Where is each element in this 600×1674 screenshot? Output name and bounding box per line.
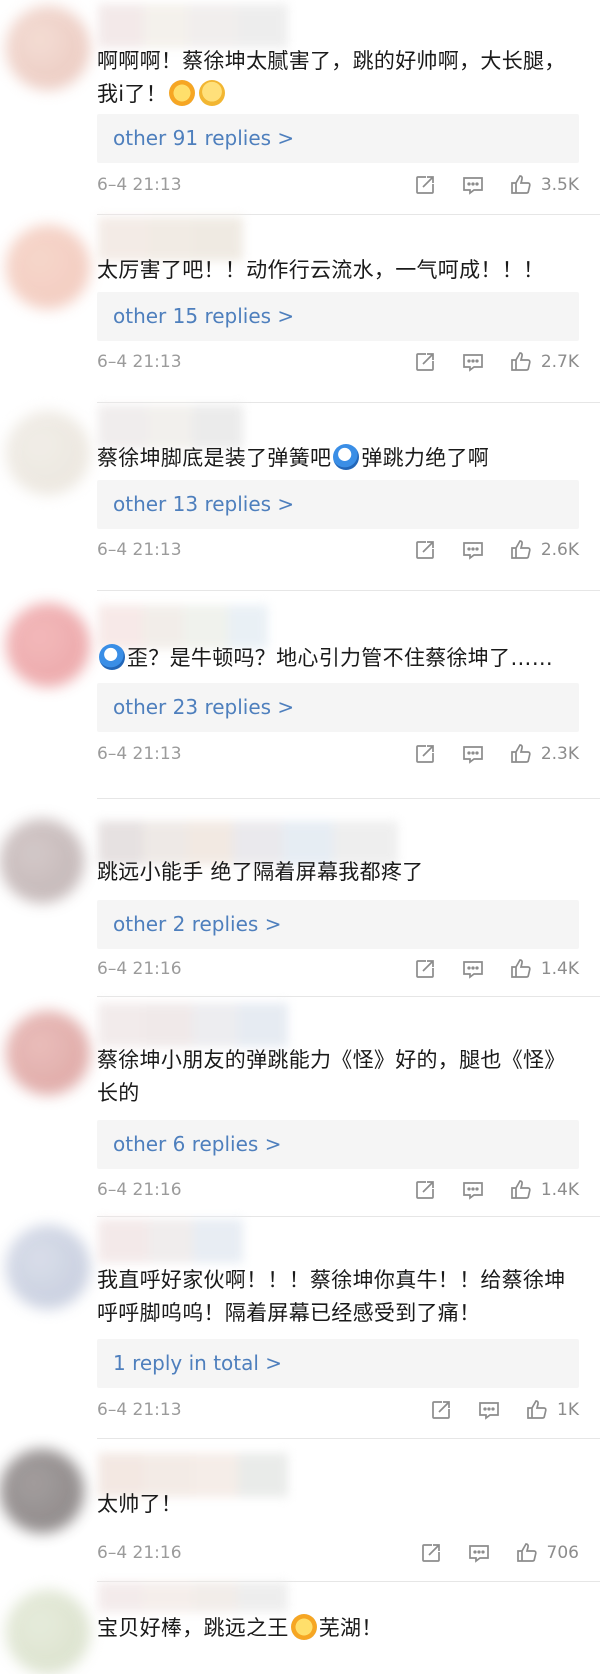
scream-emoji-icon	[169, 80, 196, 106]
comment-icon[interactable]	[461, 173, 485, 197]
comment-item: 我直呼好家伙啊！！！蔡徐坤你真牛！！给蔡徐坤呼呼脚呜呜！隔着屏幕已经感受到了痛！…	[0, 1217, 600, 1439]
comment-icon[interactable]	[461, 742, 485, 766]
more-replies-link[interactable]: other 2 replies >	[97, 900, 579, 949]
comment-meta: 6–4 21:16 1.4K	[97, 954, 579, 984]
scream-emoji-icon	[290, 1614, 317, 1640]
username-blurred[interactable]	[98, 4, 288, 48]
like-count: 2.6K	[540, 540, 579, 560]
comment-date: 6–4 21:13	[97, 540, 182, 560]
comment-text: 宝贝好棒，跳远之王 芜湖！	[97, 1614, 383, 1640]
comment-item: 蔡徐坤脚底是装了弹簧吧 弹跳力绝了啊 other 13 replies > 6–4…	[0, 403, 600, 591]
like-icon[interactable]	[509, 742, 533, 766]
avatar[interactable]	[6, 1011, 90, 1095]
comment-meta: 6–4 21:13 1K	[97, 1395, 579, 1425]
repost-icon[interactable]	[413, 538, 437, 562]
like-icon[interactable]	[509, 173, 533, 197]
like-icon[interactable]	[509, 538, 533, 562]
comment-text: 啊啊啊！蔡徐坤太腻害了，跳的好帅啊，大长腿，我i了！	[97, 49, 566, 106]
avatar[interactable]	[6, 6, 90, 90]
username-blurred[interactable]	[98, 1003, 288, 1047]
comment-item: 太厉害了吧！！动作行云流水，一气呵成！！！ other 15 replies >…	[0, 215, 600, 403]
comment-meta: 6–4 21:13 2.7K	[97, 347, 579, 377]
comment-text: 蔡徐坤脚底是装了弹簧吧 弹跳力绝了啊	[97, 444, 490, 470]
more-replies-link[interactable]: other 6 replies >	[97, 1120, 579, 1169]
comment-item: 太帅了！ 6–4 21:16 706	[0, 1439, 600, 1582]
more-replies-link[interactable]: other 91 replies >	[97, 114, 579, 163]
avatar[interactable]	[6, 603, 90, 687]
comment-item: 歪？是牛顿吗？地心引力管不住蔡徐坤了…… other 23 replies > …	[0, 591, 600, 799]
like-icon[interactable]	[509, 1178, 533, 1202]
comment-text: 我直呼好家伙啊！！！蔡徐坤你真牛！！给蔡徐坤呼呼脚呜呜！隔着屏幕已经感受到了痛！	[97, 1268, 566, 1325]
like-icon[interactable]	[509, 957, 533, 981]
comment-icon[interactable]	[477, 1398, 501, 1422]
like-count: 1.4K	[540, 959, 579, 979]
comment-icon[interactable]	[467, 1541, 491, 1565]
comment-date: 6–4 21:16	[97, 959, 182, 979]
more-replies-link[interactable]: 1 reply in total >	[97, 1339, 579, 1388]
comment-text: 跳远小能手 绝了隔着屏幕我都疼了	[97, 860, 424, 884]
like-count: 706	[546, 1543, 579, 1563]
more-replies-link[interactable]: other 15 replies >	[97, 292, 579, 341]
comment-text: 歪？是牛顿吗？地心引力管不住蔡徐坤了……	[97, 642, 575, 675]
comment-date: 6–4 21:16	[97, 1543, 182, 1563]
like-count: 1K	[557, 1400, 579, 1420]
repost-icon[interactable]	[413, 1178, 437, 1202]
like-icon[interactable]	[525, 1398, 549, 1422]
avatar[interactable]	[6, 1590, 90, 1674]
doraemon-emoji-icon	[99, 644, 125, 670]
comment-text: 太厉害了吧！！动作行云流水，一气呵成！！！	[97, 258, 545, 282]
comment-date: 6–4 21:13	[97, 175, 182, 195]
comment-icon[interactable]	[461, 957, 485, 981]
comment-text: 太帅了！	[97, 1492, 183, 1516]
repost-icon[interactable]	[419, 1541, 443, 1565]
avatar[interactable]	[6, 411, 90, 495]
avatar[interactable]	[0, 819, 84, 903]
more-replies-link[interactable]: other 23 replies >	[97, 683, 579, 732]
comment-icon[interactable]	[461, 1178, 485, 1202]
like-count: 2.3K	[540, 744, 579, 764]
comment-date: 6–4 21:13	[97, 352, 182, 372]
like-icon[interactable]	[509, 350, 533, 374]
comment-item: 啊啊啊！蔡徐坤太腻害了，跳的好帅啊，大长腿，我i了！ other 91 repl…	[0, 0, 600, 215]
repost-icon[interactable]	[429, 1398, 453, 1422]
like-count: 2.7K	[540, 352, 579, 372]
comment-meta: 6–4 21:16 706	[97, 1538, 579, 1568]
like-count: 3.5K	[540, 175, 579, 195]
comment-meta: 6–4 21:13 2.6K	[97, 535, 579, 565]
comment-item: 蔡徐坤小朋友的弹跳能力《怪》好的，腿也《怪》长的 other 6 replies…	[0, 997, 600, 1217]
comment-icon[interactable]	[461, 538, 485, 562]
repost-icon[interactable]	[413, 742, 437, 766]
thinking-emoji-icon	[199, 80, 226, 106]
comment-meta: 6–4 21:16 1.4K	[97, 1175, 579, 1205]
comment-date: 6–4 21:16	[97, 1180, 182, 1200]
comment-item: 宝贝好棒，跳远之王 芜湖！	[0, 1582, 600, 1674]
username-blurred[interactable]	[98, 1582, 288, 1612]
doraemon-emoji-icon	[333, 444, 360, 470]
repost-icon[interactable]	[413, 957, 437, 981]
comment-date: 6–4 21:13	[97, 744, 182, 764]
comment-list: 啊啊啊！蔡徐坤太腻害了，跳的好帅啊，大长腿，我i了！ other 91 repl…	[0, 0, 600, 1674]
avatar[interactable]	[0, 1449, 84, 1533]
username-blurred[interactable]	[98, 1219, 243, 1263]
repost-icon[interactable]	[413, 350, 437, 374]
avatar[interactable]	[6, 1225, 90, 1309]
comment-icon[interactable]	[461, 350, 485, 374]
comment-text: 蔡徐坤小朋友的弹跳能力《怪》好的，腿也《怪》长的	[97, 1048, 566, 1105]
comment-item: 跳远小能手 绝了隔着屏幕我都疼了 other 2 replies > 6–4 2…	[0, 799, 600, 997]
comment-meta: 6–4 21:13 3.5K	[97, 170, 579, 200]
comment-date: 6–4 21:13	[97, 1400, 182, 1420]
more-replies-link[interactable]: other 13 replies >	[97, 480, 579, 529]
comment-meta: 6–4 21:13 2.3K	[97, 739, 579, 769]
avatar[interactable]	[6, 225, 90, 309]
like-count: 1.4K	[540, 1180, 579, 1200]
like-icon[interactable]	[515, 1541, 539, 1565]
repost-icon[interactable]	[413, 173, 437, 197]
